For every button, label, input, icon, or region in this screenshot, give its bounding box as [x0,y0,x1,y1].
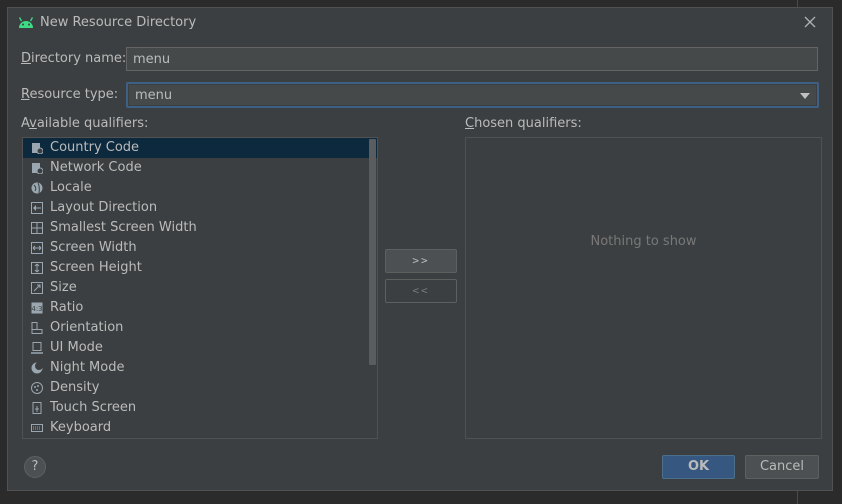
help-button[interactable]: ? [24,456,46,478]
list-item-label: Locale [50,180,92,195]
svg-text:4:3: 4:3 [31,305,42,313]
list-item[interactable]: Locale [23,178,377,198]
list-item-label: Size [50,280,77,295]
list-item-label: Screen Width [50,240,137,255]
directory-name-label: Directory name: [21,51,127,66]
orientation-icon [31,322,43,334]
screen-width-icon [31,242,43,254]
list-item[interactable]: Keyboard [23,418,377,438]
ui-mode-icon [31,342,43,354]
density-icon [31,382,43,394]
list-item-label: Orientation [50,320,124,335]
list-item[interactable]: Country Code [23,138,377,158]
list-item-label: Country Code [50,140,140,155]
keyboard-icon [31,424,43,432]
list-item-label: UI Mode [50,340,103,355]
list-item-label: Layout Direction [50,200,158,215]
list-item[interactable]: Night Mode [23,358,377,378]
resource-type-label: Resource type: [21,87,119,102]
list-item[interactable]: UI Mode [23,338,377,358]
resource-type-dropdown[interactable]: menu [126,82,819,108]
list-item[interactable]: Density [23,378,377,398]
cancel-button[interactable]: Cancel [745,455,819,479]
directory-name-input[interactable] [126,47,818,71]
smallest-width-icon [31,222,43,234]
chosen-qualifiers-label: Chosen qualifiers: [465,116,582,131]
size-icon [31,282,43,294]
list-item[interactable]: Touch Screen [23,398,377,418]
list-item-label: Keyboard [50,420,112,435]
screen-height-icon [31,262,43,274]
title-bar: New Resource Directory [8,8,832,38]
country-code-icon [32,143,43,154]
layout-direction-icon [31,202,43,214]
list-item[interactable]: 4:3 Ratio [23,298,377,318]
available-qualifiers-list[interactable]: Country Code Network Code Locale Layout Dir… [22,137,378,439]
touch-screen-icon [32,402,42,414]
list-item-label: Touch Screen [50,400,137,415]
add-qualifier-button[interactable]: >> [385,249,457,273]
android-icon [18,17,34,28]
list-item-label: Ratio [50,300,84,315]
available-qualifiers-label: Available qualifiers: [21,116,149,131]
ok-button[interactable]: OK [662,455,735,479]
remove-qualifier-button[interactable]: << [385,279,457,303]
new-resource-directory-dialog: New Resource Directory Directory name: R… [7,7,833,491]
network-code-icon [32,163,43,174]
chosen-qualifiers-list[interactable]: Nothing to show [465,137,822,439]
resource-type-value: menu [135,88,173,103]
empty-state-text: Nothing to show [590,234,697,249]
dialog-title: New Resource Directory [40,15,197,30]
list-item[interactable]: Screen Height [23,258,377,278]
list-item-label: Density [50,380,100,395]
ratio-icon: 4:3 [31,302,43,314]
close-icon[interactable] [802,14,818,30]
night-mode-icon [31,362,43,374]
list-item[interactable]: Screen Width [23,238,377,258]
list-scrollbar[interactable] [369,139,376,365]
list-item-label: Network Code [50,160,142,175]
list-item[interactable]: Smallest Screen Width [23,218,377,238]
list-item[interactable]: Network Code [23,158,377,178]
list-item[interactable]: Orientation [23,318,377,338]
chevron-down-icon[interactable] [800,93,810,99]
list-item-label: Smallest Screen Width [50,220,197,235]
list-item-label: Night Mode [50,360,125,375]
globe-icon [31,182,43,194]
list-item[interactable]: Size [23,278,377,298]
list-item[interactable]: Layout Direction [23,198,377,218]
list-item-label: Screen Height [50,260,142,275]
